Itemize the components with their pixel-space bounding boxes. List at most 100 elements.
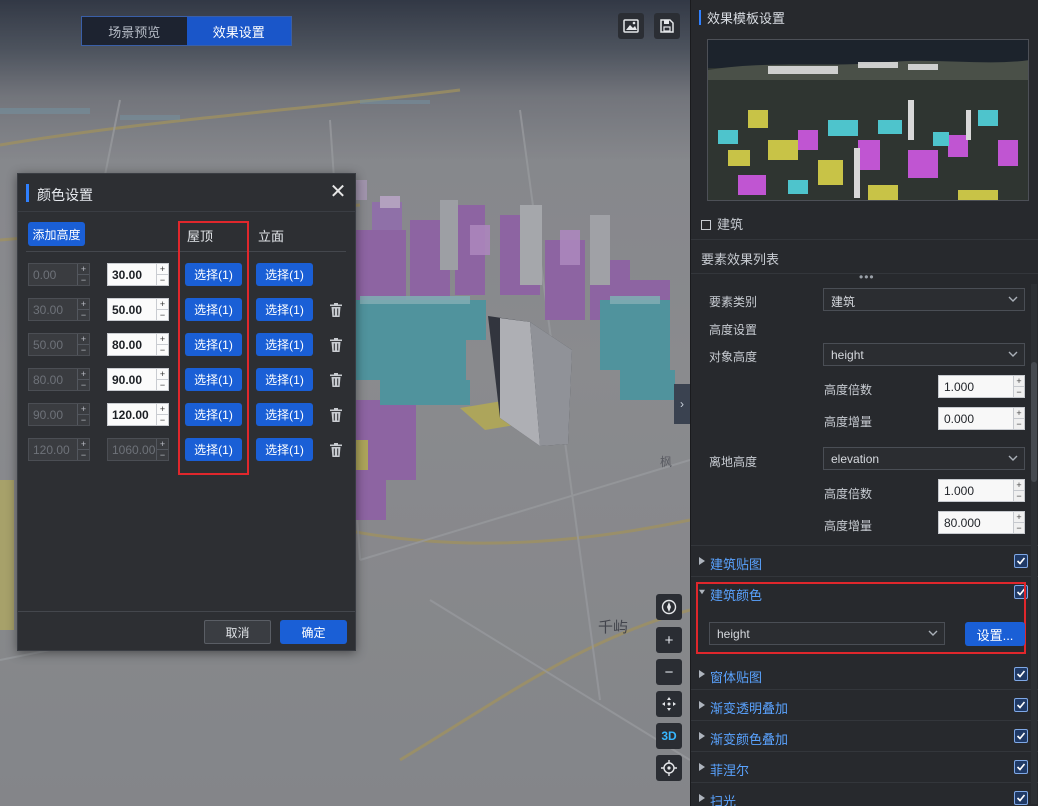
color-settings-button[interactable]: 设置...	[965, 622, 1025, 646]
ground-multiplier-input[interactable]: 1.000 + −	[938, 479, 1025, 502]
increment-icon[interactable]: +	[1014, 480, 1024, 491]
panel-collapse-toggle[interactable]: ›	[674, 384, 690, 424]
facade-select-button[interactable]: 选择(1)	[256, 368, 313, 391]
trash-icon[interactable]	[330, 443, 342, 457]
color-field-select[interactable]: height	[709, 622, 945, 645]
layer-name[interactable]: 扫光	[710, 791, 736, 806]
spinner[interactable]: + −	[156, 264, 168, 285]
facade-select-button[interactable]: 选择(1)	[256, 298, 313, 321]
layer-name[interactable]: 渐变透明叠加	[710, 698, 788, 717]
screenshot-button[interactable]	[618, 13, 644, 39]
layer-name[interactable]: 菲涅尔	[710, 760, 749, 779]
facade-select-button[interactable]: 选择(1)	[256, 263, 313, 286]
layer-enabled-checkbox[interactable]	[1014, 791, 1028, 805]
decrement-icon[interactable]: −	[1014, 419, 1024, 430]
max-height-input[interactable]: 120.00 + −	[107, 403, 169, 426]
layer-row[interactable]: 渐变颜色叠加	[691, 721, 1031, 752]
spinner[interactable]: + −	[1013, 512, 1024, 533]
pan-button[interactable]	[656, 691, 682, 717]
layer-row[interactable]: 建筑贴图	[691, 546, 1031, 577]
layer-row[interactable]: 扫光	[691, 783, 1031, 806]
spinner[interactable]: + −	[1013, 408, 1024, 429]
increment-icon[interactable]: +	[1014, 512, 1024, 523]
decrement-icon[interactable]: −	[157, 345, 168, 356]
object-height-select[interactable]: height	[823, 343, 1025, 366]
drag-handle-icon[interactable]: •••	[859, 270, 875, 284]
decrement-icon[interactable]: −	[1014, 491, 1024, 502]
thumbnail-image	[708, 40, 1028, 200]
max-height-input[interactable]: 50.00 + −	[107, 298, 169, 321]
facade-select-button[interactable]: 选择(1)	[256, 403, 313, 426]
layer-row[interactable]: 渐变透明叠加	[691, 690, 1031, 721]
layer-enabled-checkbox[interactable]	[1014, 729, 1028, 743]
increment-icon[interactable]: +	[1014, 408, 1024, 419]
caret-right-icon[interactable]	[699, 670, 705, 678]
decrement-icon[interactable]: −	[157, 275, 168, 286]
confirm-button[interactable]: 确定	[280, 620, 347, 644]
cancel-button[interactable]: 取消	[204, 620, 271, 644]
max-height-input[interactable]: 30.00 + −	[107, 263, 169, 286]
layer-name[interactable]: 建筑贴图	[710, 554, 762, 573]
spinner[interactable]: + −	[1013, 376, 1024, 397]
increment-icon[interactable]: +	[157, 404, 168, 415]
close-icon[interactable]: ✕	[327, 181, 349, 203]
template-thumbnail[interactable]	[707, 39, 1029, 201]
save-scene-button[interactable]	[654, 13, 680, 39]
trash-icon[interactable]	[330, 303, 342, 317]
max-height-input: 1060.00 + −	[107, 438, 169, 461]
layer-enabled-checkbox[interactable]	[1014, 760, 1028, 774]
max-height-value: 50.00	[112, 303, 143, 317]
spinner[interactable]: + −	[156, 369, 168, 390]
caret-right-icon[interactable]	[699, 732, 705, 740]
add-height-button[interactable]: 添加高度	[28, 222, 85, 246]
max-height-input[interactable]: 80.00 + −	[107, 333, 169, 356]
zoom-in-button[interactable]: +	[656, 627, 682, 653]
height-increment-input[interactable]: 0.000 + −	[938, 407, 1025, 430]
layer-enabled-checkbox[interactable]	[1014, 698, 1028, 712]
scrollbar-thumb[interactable]	[1031, 362, 1037, 482]
increment-icon[interactable]: +	[157, 299, 168, 310]
spinner[interactable]: + −	[156, 299, 168, 320]
move-arrows-icon	[662, 697, 676, 711]
layer-enabled-checkbox[interactable]	[1014, 667, 1028, 681]
ground-height-select[interactable]: elevation	[823, 447, 1025, 470]
increment-icon[interactable]: +	[157, 369, 168, 380]
layer-row[interactable]: 窗体贴图	[691, 659, 1031, 690]
caret-right-icon[interactable]	[699, 763, 705, 771]
trash-icon[interactable]	[330, 373, 342, 387]
map-viewport[interactable]: 千屿 枫 场景预览 效果设置 + − 3D › 颜色设置 ✕ 添加高度 屋顶 立…	[0, 0, 690, 806]
caret-right-icon[interactable]	[699, 794, 705, 802]
spinner[interactable]: + −	[156, 334, 168, 355]
increment-icon[interactable]: +	[1014, 376, 1024, 387]
caret-right-icon[interactable]	[699, 557, 705, 565]
layer-enabled-checkbox[interactable]	[1014, 554, 1028, 568]
zoom-out-button[interactable]: −	[656, 659, 682, 685]
caret-right-icon[interactable]	[699, 701, 705, 709]
facade-select-button[interactable]: 选择(1)	[256, 438, 313, 461]
layer-name[interactable]: 渐变颜色叠加	[710, 729, 788, 748]
spinner[interactable]: + −	[156, 404, 168, 425]
trash-icon[interactable]	[330, 408, 342, 422]
increment-icon[interactable]: +	[157, 334, 168, 345]
tab-effect-settings[interactable]: 效果设置	[186, 17, 291, 45]
facade-select-button[interactable]: 选择(1)	[256, 333, 313, 356]
spinner[interactable]: + −	[1013, 480, 1024, 501]
layer-name[interactable]: 窗体贴图	[710, 667, 762, 686]
view-3d-button[interactable]: 3D	[656, 723, 682, 749]
panel-scrollbar[interactable]	[1031, 284, 1037, 804]
decrement-icon[interactable]: −	[157, 310, 168, 321]
decrement-icon[interactable]: −	[1014, 387, 1024, 398]
max-height-input[interactable]: 90.00 + −	[107, 368, 169, 391]
ground-increment-input[interactable]: 80.000 + −	[938, 511, 1025, 534]
trash-icon[interactable]	[330, 338, 342, 352]
feature-type-select[interactable]: 建筑	[823, 288, 1025, 311]
tab-scene-preview[interactable]: 场景预览	[82, 17, 187, 45]
locate-button[interactable]	[656, 755, 682, 781]
increment-icon[interactable]: +	[157, 264, 168, 275]
decrement-icon[interactable]: −	[1014, 523, 1024, 534]
decrement-icon[interactable]: −	[157, 415, 168, 426]
compass-button[interactable]	[656, 594, 682, 620]
decrement-icon[interactable]: −	[157, 380, 168, 391]
layer-row[interactable]: 菲涅尔	[691, 752, 1031, 783]
height-multiplier-input[interactable]: 1.000 + −	[938, 375, 1025, 398]
